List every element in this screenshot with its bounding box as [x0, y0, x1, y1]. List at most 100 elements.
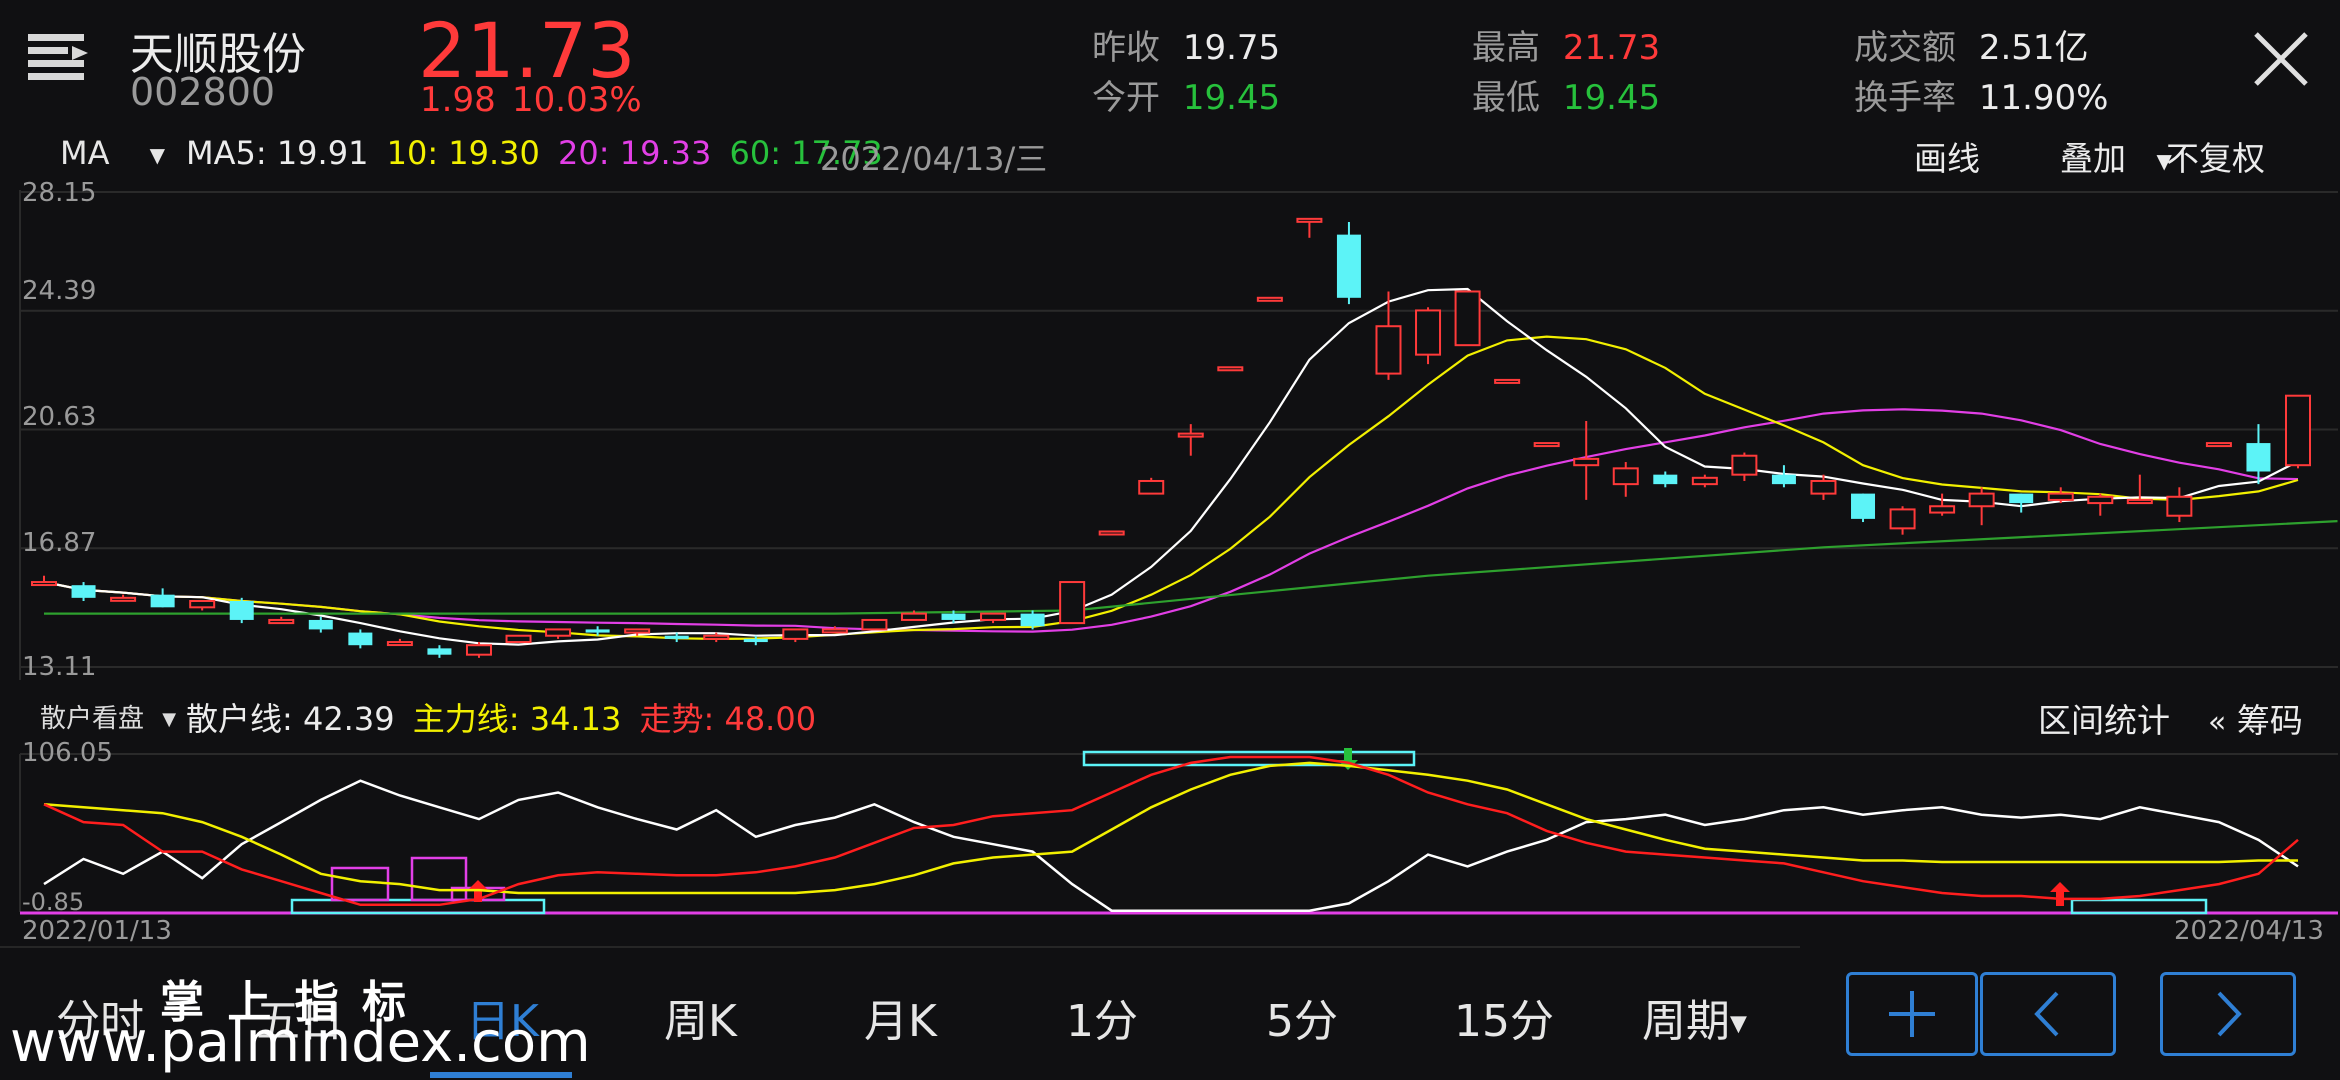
candle-body	[1968, 492, 1995, 508]
stat-label: 昨收	[1092, 28, 1160, 68]
selected-date: 2022/04/13/三	[820, 140, 1048, 178]
candle-body	[308, 619, 333, 630]
candle-body	[1415, 309, 1442, 356]
indicator-select[interactable]: MA ▼	[60, 134, 165, 172]
candle-body	[2246, 443, 2271, 472]
candle-body	[1256, 296, 1283, 302]
sub-chart[interactable]	[0, 730, 2340, 920]
candle-body	[2009, 493, 2034, 504]
candle-body	[189, 599, 216, 609]
candle-body	[268, 618, 295, 625]
next-button[interactable]	[2160, 972, 2296, 1056]
caret-down-icon: ▼	[1730, 1011, 1747, 1037]
plus-icon	[1889, 991, 1935, 1037]
candle-body	[110, 596, 137, 602]
overlay-label: 叠加	[2060, 139, 2126, 178]
candle-body	[427, 648, 452, 655]
candle-body	[2126, 498, 2153, 505]
stat-open: 今开 19.45	[1092, 70, 1280, 119]
stat-value: 21.73	[1562, 28, 1661, 68]
candle-body	[1889, 508, 1916, 530]
stat-label: 换手率	[1854, 78, 1956, 118]
candle-body	[585, 629, 610, 633]
tab-5min[interactable]: 5分	[1266, 985, 1338, 1049]
candle-body	[229, 600, 254, 620]
price-chart[interactable]	[0, 180, 2340, 690]
candle-body	[2087, 495, 2114, 505]
ma5-line	[43, 287, 2299, 646]
close-icon[interactable]	[2252, 30, 2310, 88]
prev-button[interactable]	[1980, 972, 2116, 1056]
stat-value: 11.90%	[1978, 78, 2109, 118]
stat-turnover-rate: 换手率 11.90%	[1854, 70, 2108, 119]
watermark-url: www.palmindex.com	[10, 1010, 591, 1075]
date-end: 2022/04/13	[2174, 916, 2324, 946]
chevron-down-icon: ▼	[162, 709, 177, 730]
sub-axis-label: -0.85	[22, 888, 85, 916]
candle-body	[1731, 454, 1758, 476]
candle-body	[1691, 476, 1718, 486]
stat-label: 最低	[1472, 78, 1540, 118]
retail-line	[43, 779, 2299, 912]
candle-body	[1138, 479, 1165, 495]
candle-body	[2205, 442, 2232, 448]
candle-body	[624, 628, 651, 634]
candle-body	[1375, 325, 1402, 375]
tab-1min[interactable]: 1分	[1066, 985, 1138, 1049]
ma-values: MA5: 19.91 10: 19.30 20: 19.33 60: 17.73	[186, 134, 883, 172]
adjust-select[interactable]: 不复权	[2166, 132, 2265, 180]
candle-body	[1177, 432, 1204, 438]
stat-turnover-amount: 成交额 2.51亿	[1854, 20, 2089, 69]
price-change: 1.98	[420, 80, 496, 120]
tab-15min[interactable]: 15分	[1454, 985, 1554, 1049]
candle-body	[1217, 366, 1244, 372]
signal-box	[290, 898, 546, 915]
stat-label: 成交额	[1854, 28, 1956, 68]
tab-period[interactable]: 周期▼	[1642, 985, 1747, 1049]
draw-line-button[interactable]: 画线	[1914, 132, 1980, 180]
candle-body	[782, 628, 809, 640]
price-axis-label: 16.87	[22, 528, 97, 558]
add-button[interactable]	[1846, 972, 1978, 1056]
ma20-value: 20: 19.33	[558, 134, 712, 172]
candle-body	[1851, 493, 1876, 519]
indicator-label: MA	[60, 134, 110, 172]
chevron-left-icon	[2034, 991, 2059, 1037]
candle-body	[1612, 467, 1639, 486]
candle-body	[743, 638, 768, 643]
stat-label: 今开	[1092, 78, 1160, 118]
candle-body	[1533, 442, 1560, 448]
candle-body	[1494, 378, 1521, 384]
candle-body	[980, 612, 1007, 621]
tab-weekly-k[interactable]: 周K	[664, 985, 737, 1049]
overlay-select[interactable]: 叠加 ▼	[2060, 132, 2172, 180]
price-change-pct: 10.03%	[512, 80, 642, 120]
candle-body	[1810, 479, 1837, 495]
candle-body	[31, 581, 57, 587]
stock-code: 002800	[130, 70, 276, 114]
stat-high: 最高 21.73	[1472, 20, 1660, 69]
candle-body	[150, 594, 175, 608]
candle-body	[1098, 530, 1125, 536]
candle-body	[1059, 581, 1086, 625]
candle-body	[1454, 290, 1481, 347]
tab-monthly-k[interactable]: 月K	[864, 985, 937, 1049]
candle-body	[664, 635, 689, 639]
ma10-value: 10: 19.30	[386, 134, 540, 172]
candle-body	[2166, 495, 2193, 517]
candle-body	[1653, 474, 1678, 485]
candle-body	[465, 644, 492, 656]
signal-box	[410, 856, 468, 902]
period-label: 周期	[1642, 996, 1730, 1047]
price-axis-label: 20.63	[22, 402, 97, 432]
price-axis-label: 13.11	[22, 652, 97, 682]
candle-body	[900, 612, 927, 621]
candle-body	[1296, 217, 1323, 223]
stat-low: 最低 19.45	[1472, 70, 1660, 119]
menu-icon[interactable]	[26, 30, 92, 86]
candle-body	[348, 632, 373, 646]
stat-value: 2.51亿	[1978, 28, 2089, 68]
ma10-line	[43, 335, 2299, 641]
candle-body	[1929, 505, 1956, 514]
price-axis-label: 24.39	[22, 276, 97, 306]
